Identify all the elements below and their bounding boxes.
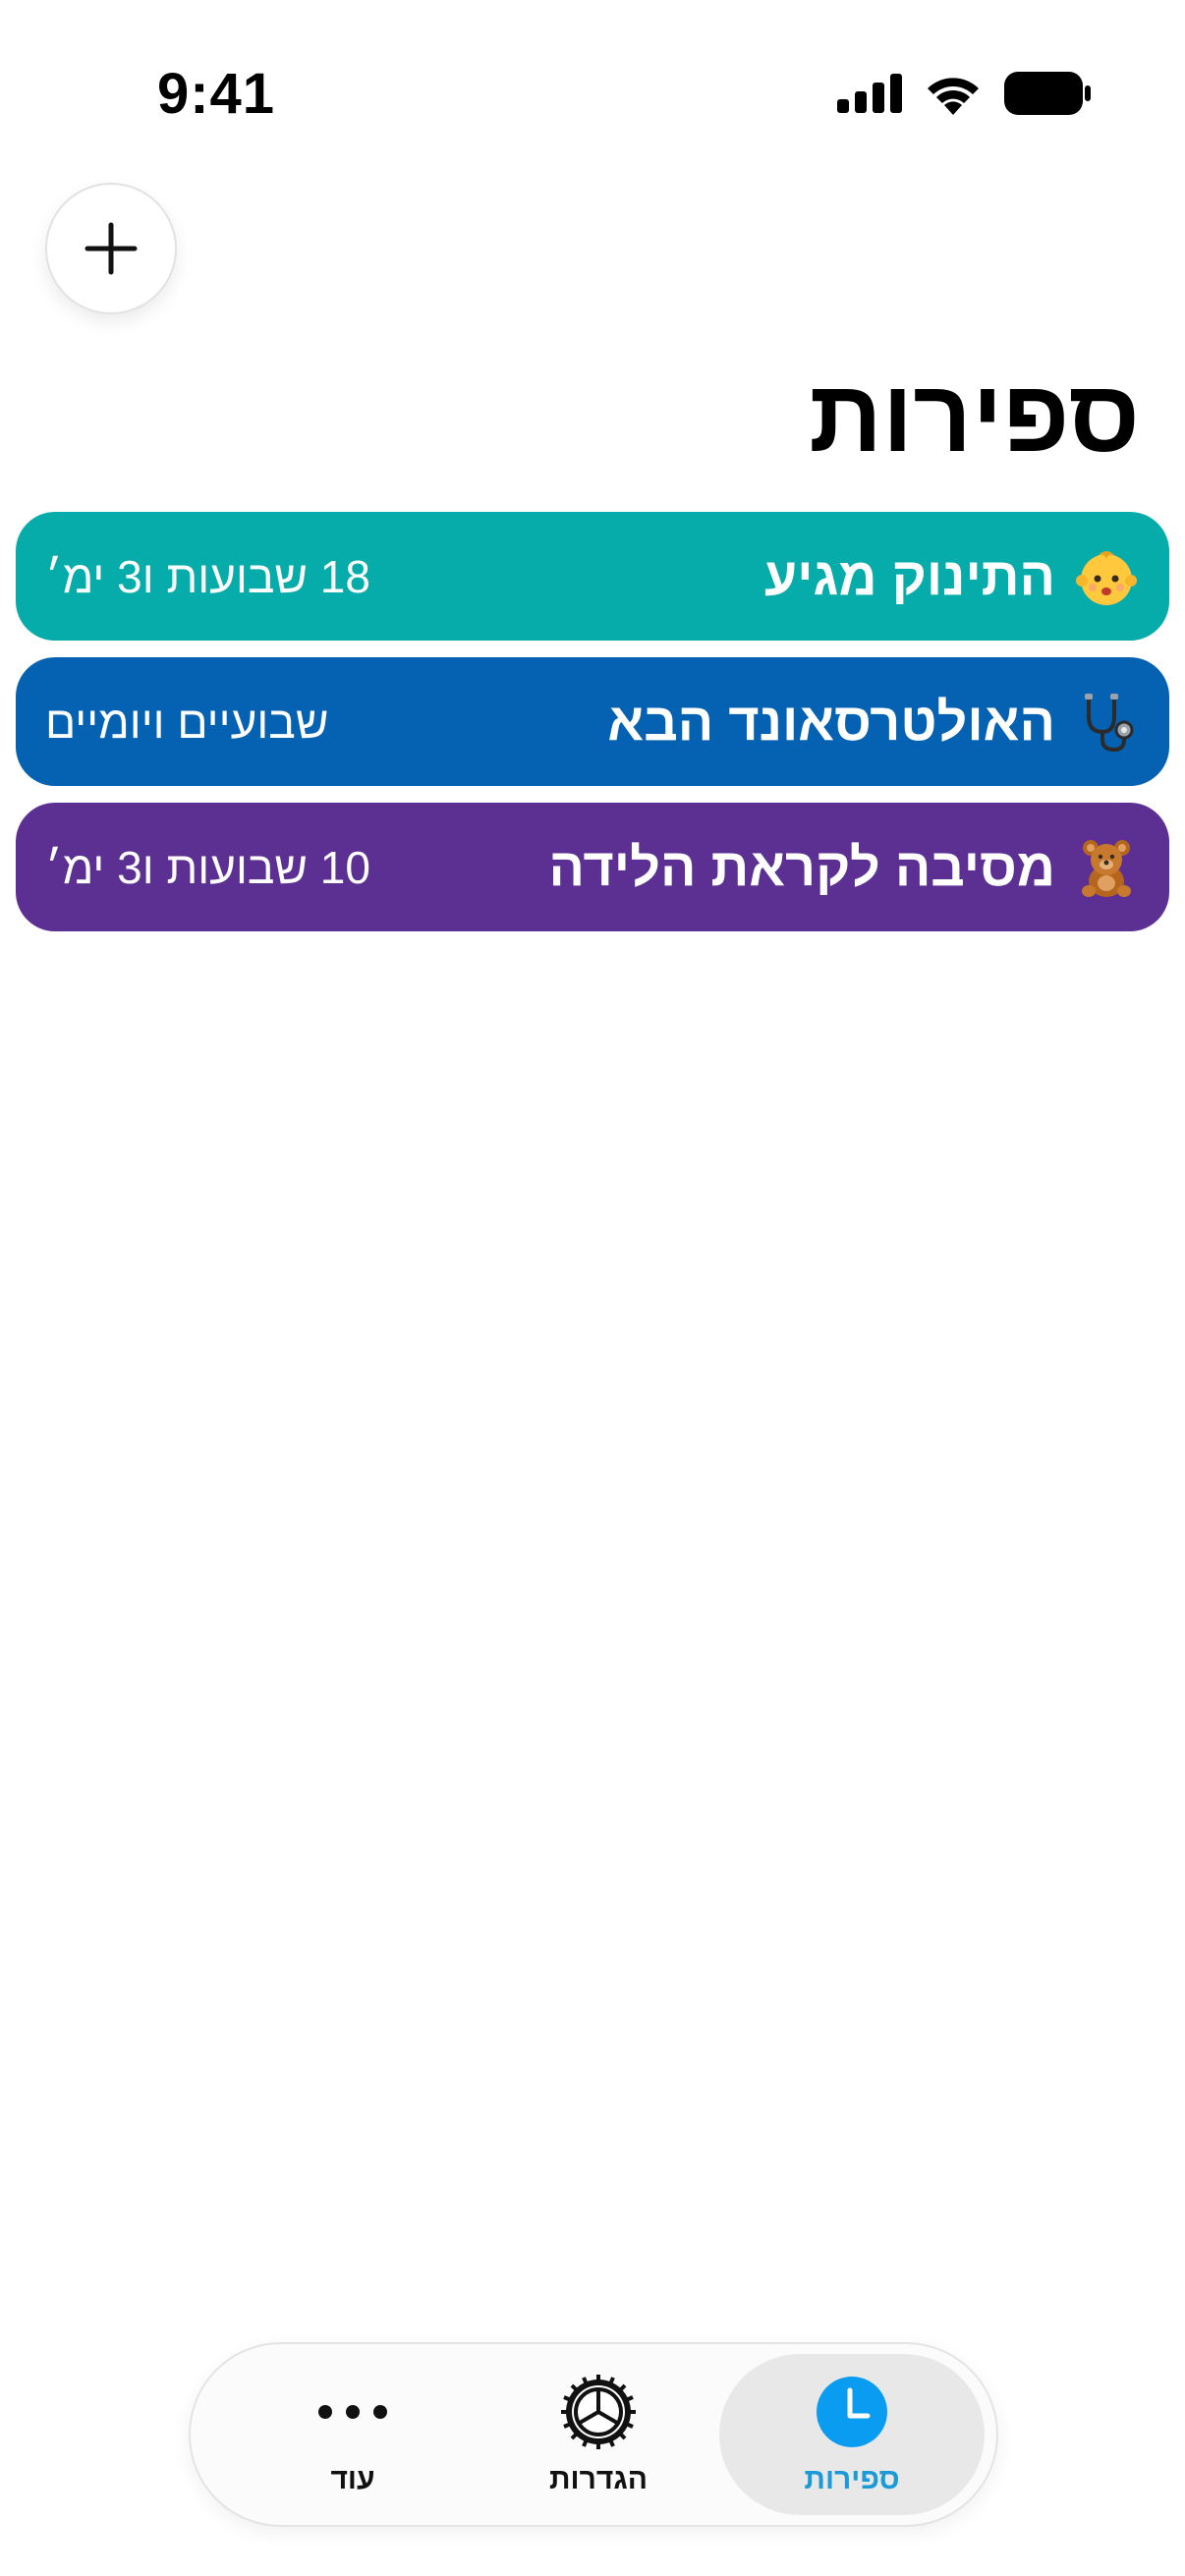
counter-row-ultrasound[interactable]: האולטרסאונד הבא שבועיים ויומיים: [16, 657, 1169, 786]
clock-icon: [813, 2373, 891, 2451]
counter-value: שבועיים ויומיים: [45, 696, 329, 748]
tab-label: הגדרות: [549, 2463, 648, 2495]
counter-list: התינוק מגיע 18 שבועות ו3 ימ׳ האולטרסאונד…: [16, 512, 1169, 948]
page-title: ספירות: [809, 360, 1140, 474]
counter-title-text: האולטרסאונד הבא: [607, 692, 1055, 752]
gear-icon: [559, 2373, 638, 2451]
counter-title: האולטרסאונד הבא: [607, 657, 1138, 786]
add-counter-button[interactable]: [45, 183, 177, 314]
counter-title: מסיבה לקראת הלידה: [548, 803, 1138, 931]
counter-value: 18 שבועות ו3 ימ׳: [45, 550, 370, 602]
plus-icon: [85, 222, 138, 275]
status-bar: 9:41: [0, 0, 1185, 187]
battery-icon: [1004, 72, 1091, 115]
tab-settings[interactable]: הגדרות: [466, 2354, 731, 2515]
cellular-signal-icon: [837, 74, 902, 113]
tab-counters[interactable]: ספירות: [719, 2354, 985, 2515]
wifi-icon: [928, 78, 979, 115]
more-icon: [313, 2373, 392, 2451]
tab-bar: ספירות הגדרות עוד: [189, 2342, 998, 2527]
tab-more[interactable]: עוד: [220, 2354, 485, 2515]
status-time: 9:41: [156, 62, 276, 126]
counter-row-party[interactable]: מסיבה לקראת הלידה 10 שבועות ו3 ימ׳: [16, 803, 1169, 931]
counter-value: 10 שבועות ו3 ימ׳: [45, 841, 370, 893]
counter-title-text: התינוק מגיע: [763, 546, 1055, 606]
tab-label: עוד: [330, 2463, 375, 2495]
stethoscope-icon: [1085, 693, 1134, 752]
counter-row-baby[interactable]: התינוק מגיע 18 שבועות ו3 ימ׳: [16, 512, 1169, 641]
teddy-bear-icon: [1082, 839, 1131, 897]
baby-face-icon: [1076, 550, 1137, 605]
status-icons: [837, 69, 1091, 118]
counter-title-text: מסיבה לקראת הלידה: [548, 837, 1055, 897]
tab-label: ספירות: [804, 2463, 900, 2495]
counter-title: התינוק מגיע: [764, 512, 1138, 641]
